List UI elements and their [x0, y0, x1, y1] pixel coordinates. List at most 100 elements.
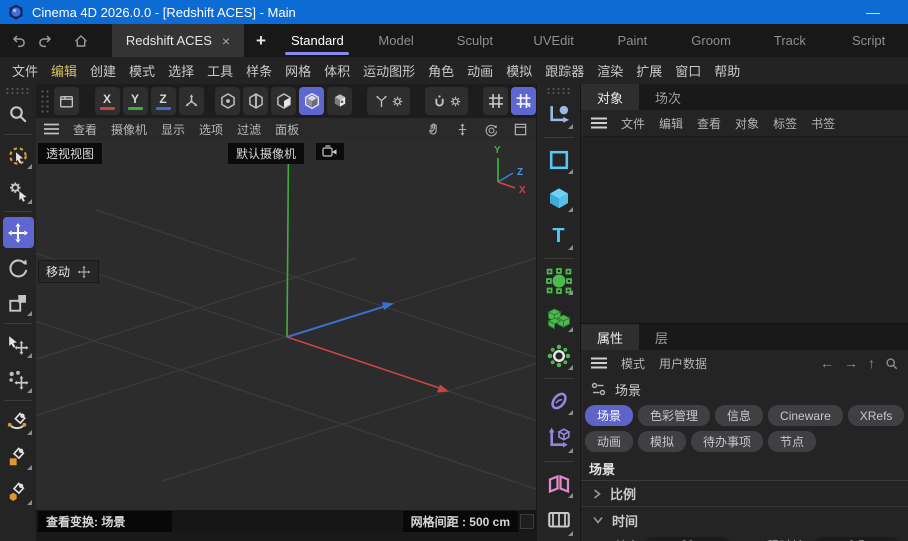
section-scale[interactable]: 比例 — [581, 481, 908, 507]
om-menu-bookmarks[interactable]: 书签 — [811, 115, 835, 132]
spline-pen-button[interactable] — [3, 406, 34, 437]
vp-menu-camera[interactable]: 摄像机 — [111, 121, 147, 138]
multi-transform-button[interactable] — [3, 364, 34, 395]
edges-mode-button[interactable] — [243, 87, 268, 115]
layout-tab-uvedit[interactable]: UVEdit — [514, 24, 593, 57]
polygon-spline-button[interactable] — [3, 476, 34, 507]
om-hamburger-icon[interactable] — [591, 117, 607, 129]
category-info-button[interactable]: 信息 — [715, 405, 763, 426]
close-tab-icon[interactable]: × — [222, 33, 230, 49]
box-tool-button[interactable] — [54, 87, 79, 115]
layout-tab-sculpt[interactable]: Sculpt — [436, 24, 515, 57]
lock-z-axis-button[interactable]: Z — [151, 87, 176, 115]
create-text-button[interactable]: T — [543, 220, 575, 252]
tab-takes[interactable]: 场次 — [639, 84, 697, 110]
duration-input[interactable]: 0.5 — [813, 537, 900, 541]
viewport-hamburger-icon[interactable] — [44, 123, 59, 135]
category-color-management-button[interactable]: 色彩管理 — [638, 405, 710, 426]
pan-camera-button[interactable] — [426, 122, 441, 137]
am-hamburger-icon[interactable] — [591, 357, 607, 369]
create-null-axis-button[interactable] — [543, 423, 575, 455]
nav-up-button[interactable]: ↑ — [868, 355, 875, 371]
view-name-label[interactable]: 透视视图 — [38, 143, 102, 164]
create-camera-button[interactable] — [543, 506, 575, 538]
viewport-corner-icon[interactable] — [520, 514, 534, 529]
points-mode-button[interactable] — [215, 87, 240, 115]
minimize-button[interactable]: — — [866, 4, 880, 20]
rotate-tool-button[interactable] — [3, 252, 34, 283]
layout-tab-standard[interactable]: Standard — [278, 24, 357, 57]
vp-menu-options[interactable]: 选项 — [199, 121, 223, 138]
camera-switch-icon[interactable] — [316, 143, 344, 160]
category-xrefs-button[interactable]: XRefs — [848, 405, 905, 426]
menu-tools[interactable]: 工具 — [207, 61, 233, 80]
om-menu-edit[interactable]: 编辑 — [659, 115, 683, 132]
menu-mesh[interactable]: 网格 — [285, 61, 311, 80]
menu-create[interactable]: 创建 — [90, 61, 116, 80]
rectangle-spline-button[interactable] — [3, 441, 34, 472]
menu-render[interactable]: 渲染 — [597, 61, 623, 80]
layout-tab-paint[interactable]: Paint — [593, 24, 672, 57]
create-volume-button[interactable] — [543, 303, 575, 335]
create-symmetry-button[interactable] — [543, 468, 575, 500]
menu-help[interactable]: 帮助 — [714, 61, 740, 80]
category-animation-button[interactable]: 动画 — [585, 431, 633, 452]
tab-attributes[interactable]: 属性 — [581, 324, 639, 350]
layout-tab-script[interactable]: Script — [829, 24, 908, 57]
toolbar-grip-handle[interactable] — [40, 89, 49, 113]
layout-tab-model[interactable]: Model — [357, 24, 436, 57]
menu-file[interactable]: 文件 — [12, 61, 38, 80]
redo-button[interactable] — [32, 24, 58, 57]
tab-objects[interactable]: 对象 — [581, 84, 639, 110]
tweak-tool-button[interactable] — [3, 175, 34, 206]
planar-workplane-button[interactable] — [511, 87, 536, 115]
am-menu-userdata[interactable]: 用户数据 — [659, 355, 707, 372]
create-deformer-button[interactable] — [543, 385, 575, 417]
category-todo-button[interactable]: 待办事项 — [691, 431, 763, 452]
texture-mode-button[interactable] — [327, 87, 352, 115]
am-search-icon[interactable] — [885, 357, 898, 370]
coordinate-system-button[interactable] — [179, 87, 204, 115]
document-tab[interactable]: Redshift ACES × — [112, 24, 244, 57]
scale-tool-button[interactable] — [3, 287, 34, 318]
vp-menu-display[interactable]: 显示 — [161, 121, 185, 138]
home-button[interactable] — [68, 24, 94, 57]
live-selection-button[interactable] — [3, 140, 34, 171]
nav-back-button[interactable]: ← — [820, 355, 834, 371]
camera-name-label[interactable]: 默认摄像机 — [228, 143, 304, 164]
create-simulation-button[interactable] — [543, 340, 575, 372]
menu-window[interactable]: 窗口 — [675, 61, 701, 80]
category-cineware-button[interactable]: Cineware — [768, 405, 843, 426]
category-nodes-button[interactable]: 节点 — [768, 431, 816, 452]
menu-spline[interactable]: 样条 — [246, 61, 272, 80]
menu-edit[interactable]: 编辑 — [51, 61, 77, 80]
om-menu-object[interactable]: 对象 — [735, 115, 759, 132]
create-cube-primitive-button[interactable] — [543, 182, 575, 214]
viewport-canvas[interactable]: 透视视图 默认摄像机 Y Z X 移动 — [36, 140, 536, 510]
create-generator-button[interactable] — [543, 265, 575, 297]
vp-menu-view[interactable]: 查看 — [73, 121, 97, 138]
palette-grip-handle[interactable] — [5, 87, 31, 95]
menu-mode[interactable]: 模式 — [129, 61, 155, 80]
menu-character[interactable]: 角色 — [428, 61, 454, 80]
menu-tracker[interactable]: 跟踪器 — [545, 61, 584, 80]
tab-layers[interactable]: 层 — [639, 324, 684, 350]
axis-modification-button[interactable] — [367, 87, 410, 115]
am-menu-mode[interactable]: 模式 — [621, 355, 645, 372]
vp-menu-panel[interactable]: 面板 — [275, 121, 299, 138]
dolly-camera-button[interactable] — [455, 122, 470, 137]
category-simulation-button[interactable]: 模拟 — [638, 431, 686, 452]
add-tab-button[interactable]: + — [244, 24, 278, 57]
om-menu-view[interactable]: 查看 — [697, 115, 721, 132]
transform-tool-button[interactable] — [3, 329, 34, 360]
move-tool-button[interactable] — [3, 217, 34, 248]
menu-simulate[interactable]: 模拟 — [506, 61, 532, 80]
fps-input[interactable]: 30 — [644, 537, 731, 541]
om-menu-file[interactable]: 文件 — [621, 115, 645, 132]
create-spline-primitive-button[interactable] — [543, 144, 575, 176]
layout-tab-track[interactable]: Track — [751, 24, 830, 57]
snap-settings-button[interactable] — [425, 87, 468, 115]
om-menu-tags[interactable]: 标签 — [773, 115, 797, 132]
maximize-view-button[interactable] — [513, 122, 528, 137]
undo-button[interactable] — [6, 24, 32, 57]
